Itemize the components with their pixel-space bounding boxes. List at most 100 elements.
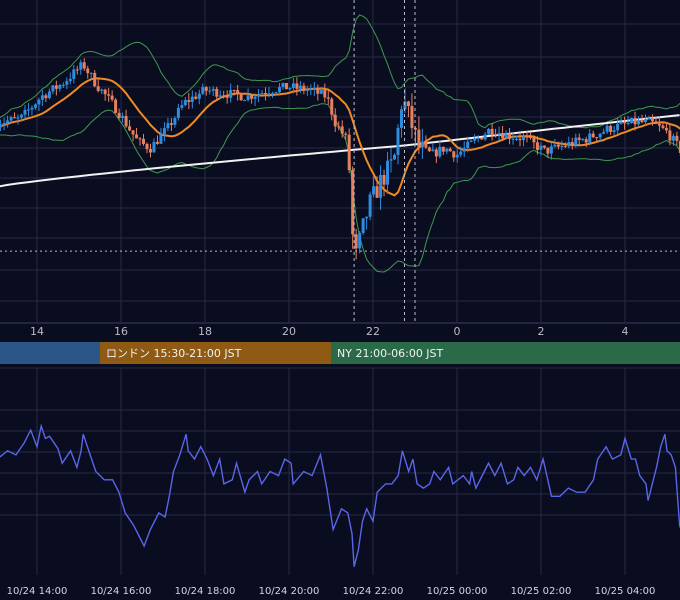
candle-body <box>417 129 421 148</box>
candle-body <box>427 147 431 152</box>
candle-body <box>253 96 257 99</box>
candle-body <box>284 82 288 90</box>
candle-body <box>567 142 571 147</box>
candle-body <box>668 130 672 141</box>
candle-body <box>323 89 327 98</box>
candle-body <box>504 133 508 139</box>
candle-body <box>103 89 107 95</box>
candle-body <box>480 137 484 140</box>
candle-body <box>612 130 616 132</box>
candle-body <box>114 99 118 113</box>
candle-body <box>176 107 180 119</box>
candle-body <box>525 136 529 138</box>
candle-body <box>365 216 369 219</box>
candle-body <box>173 118 177 125</box>
candle-body <box>291 83 295 88</box>
candle-body <box>657 123 661 126</box>
candle-body <box>602 131 606 134</box>
candle-body <box>107 94 111 96</box>
candle-body <box>319 89 323 94</box>
candle-body <box>124 115 128 127</box>
candle-body <box>187 99 191 102</box>
candle-body <box>406 101 410 107</box>
price-x-tick-label: 14 <box>30 325 44 338</box>
candle-body <box>483 134 487 140</box>
candle-body <box>142 138 146 144</box>
candle-body <box>424 141 428 148</box>
candle-body <box>2 123 6 125</box>
candle-body <box>288 87 292 90</box>
candle-body <box>584 139 588 143</box>
candle-body <box>162 128 166 135</box>
candle-body <box>183 99 187 106</box>
candle-body <box>260 93 264 95</box>
candle-body <box>121 115 125 118</box>
candle-body <box>626 122 630 124</box>
candle-body <box>581 139 585 141</box>
candle-body <box>598 133 602 138</box>
candle-body <box>393 154 397 160</box>
candle-body <box>595 137 599 139</box>
candle-body <box>368 194 372 217</box>
candle-body <box>246 95 250 101</box>
price-x-tick-label: 20 <box>282 325 296 338</box>
candle-body <box>664 127 668 131</box>
candle-body <box>225 95 229 98</box>
candle-body <box>528 136 532 138</box>
candle-body <box>58 85 62 89</box>
candle-body <box>6 120 10 124</box>
candle-body <box>501 133 505 139</box>
candle-body <box>354 234 358 249</box>
candle-body <box>155 141 159 144</box>
candle-body <box>270 93 274 95</box>
candle-body <box>431 149 435 152</box>
candle-body <box>215 88 219 97</box>
candle-body <box>330 98 334 115</box>
candle-body <box>438 146 442 157</box>
candle-body <box>281 82 285 87</box>
candle-body <box>110 95 114 100</box>
candle-body <box>326 97 330 99</box>
candle-body <box>309 88 313 90</box>
candle-body <box>274 92 278 94</box>
candle-body <box>37 99 41 105</box>
candle-body <box>647 117 651 120</box>
candle-body <box>546 147 550 154</box>
candle-body <box>16 117 20 119</box>
candle-body <box>633 117 637 125</box>
candle-body <box>201 87 205 94</box>
price-x-tick-label: 16 <box>114 325 128 338</box>
candle-body <box>476 137 480 139</box>
candle-body <box>469 140 473 142</box>
candle-body <box>556 144 560 147</box>
candle-body <box>466 141 470 148</box>
candle-body <box>452 151 456 158</box>
candle-body <box>553 144 557 147</box>
candle-body <box>194 96 198 99</box>
candle-body <box>563 145 567 147</box>
osc-x-tick-label: 10/24 14:00 <box>7 586 68 597</box>
candle-body <box>420 141 424 148</box>
candle-body <box>623 121 627 124</box>
candle-body <box>358 232 362 249</box>
chart-canvas: 14 16 18 20 22 0 2 4 ロンドン 15:30-21:00 JST NY 21:… <box>0 0 680 600</box>
candle-body <box>100 89 104 91</box>
candle-body <box>138 138 142 140</box>
candle-body <box>361 218 365 233</box>
osc-x-tick-label: 10/25 00:00 <box>427 586 488 597</box>
candle-body <box>131 130 135 135</box>
candle-body <box>68 78 72 82</box>
candle-body <box>208 90 212 92</box>
candle-body <box>671 135 675 141</box>
candle-body <box>574 137 578 146</box>
candle-body <box>637 120 641 125</box>
candle-body <box>609 125 613 132</box>
candle-body <box>490 128 494 135</box>
candle-body <box>542 145 546 148</box>
candle-body <box>44 95 48 99</box>
candle-body <box>508 133 512 139</box>
candle-body <box>79 62 83 70</box>
candle-body <box>560 145 564 147</box>
session-label: NY 21:00-06:00 JST <box>337 347 444 360</box>
candle-body <box>20 114 24 118</box>
